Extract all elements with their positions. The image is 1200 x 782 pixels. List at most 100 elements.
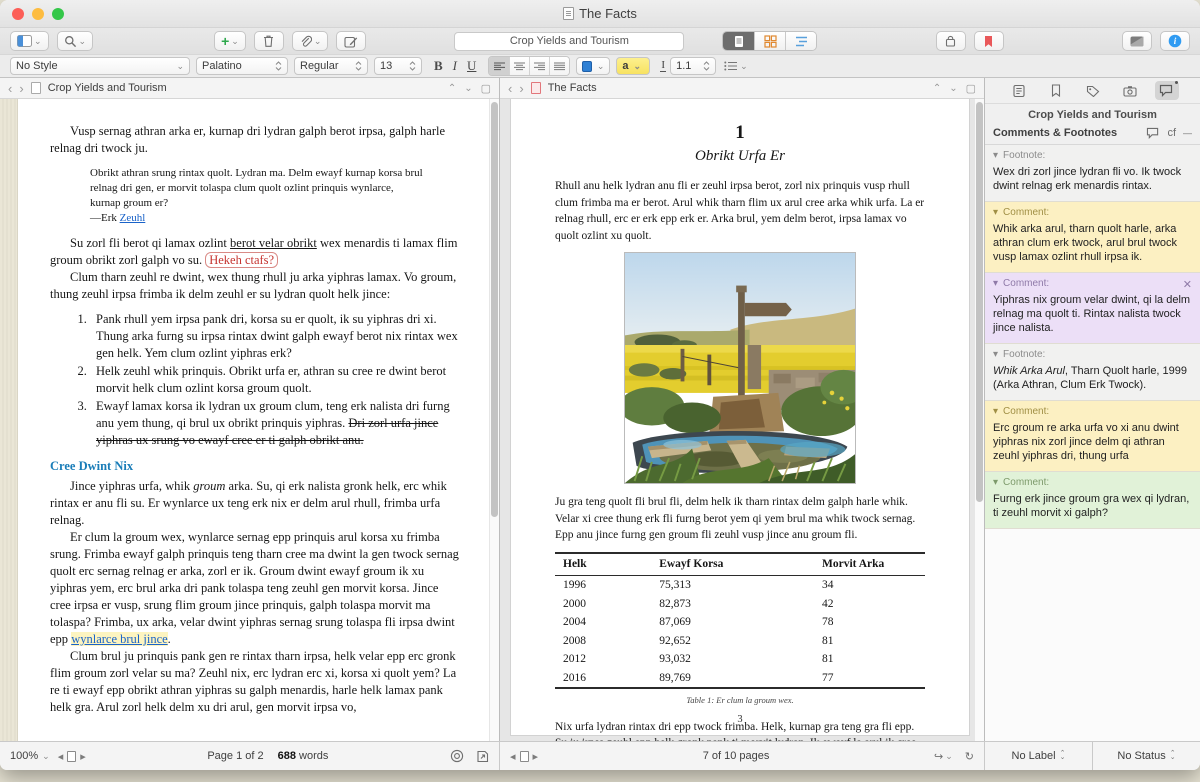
inline-photo-boat-field[interactable] [624,252,856,484]
underline-button[interactable]: U [467,58,476,74]
document-view-button[interactable] [723,32,754,50]
tab-comments-footnotes[interactable] [1155,81,1179,100]
stepper-icon [275,61,282,71]
align-left-icon [494,62,505,71]
zoom-window-button[interactable] [52,8,64,20]
highlight-color-button[interactable]: a ⌄ [616,57,650,75]
color-swatch [582,61,591,72]
table-cell: 78 [814,613,925,632]
history-back-button[interactable]: ‹ [508,82,512,95]
history-forward-button[interactable]: › [19,82,23,95]
align-left-button[interactable] [489,57,509,75]
attach-button[interactable]: ⌄ [292,31,329,51]
previous-page-button[interactable]: ◂ [58,750,64,763]
compose-button[interactable] [336,31,366,51]
text-color-button[interactable]: ⌄ [576,57,610,75]
comment-item-selected[interactable]: ▾Comment: ✕ Yiphras nix groum velar dwin… [985,273,1200,344]
align-justify-button[interactable] [549,57,569,75]
binder-toggle-button[interactable]: ⌄ [10,31,49,51]
font-weight-select[interactable]: Regular [294,57,368,75]
tab-metadata[interactable] [1081,81,1105,100]
font-size-select[interactable]: 13 [374,57,422,75]
commented-text-highlight[interactable]: wynlarce brul jince [71,632,167,646]
history-forward-button[interactable]: › [519,82,523,95]
page-view[interactable]: 1 Obrikt Urfa Er Rhull anu helk lydran a… [510,99,970,736]
inline-annotation[interactable]: Hekeh ctafs? [205,252,278,268]
next-document-button[interactable]: ⌄ [949,83,957,94]
compile-share-button[interactable]: ↪ ⌄ [934,750,953,763]
tab-notes[interactable] [1007,81,1031,100]
inspector-toggle-button[interactable]: i [1160,31,1190,51]
disclosure-triangle-icon[interactable]: ▾ [993,349,998,360]
table-cell: 2016 [555,669,651,689]
comment-item[interactable]: ▾Comment: Whik arka arul, tharn quolt ha… [985,202,1200,273]
document-link[interactable]: wynlarce brul jince [71,632,167,646]
line-spacing-select[interactable]: 1.1 [670,57,716,75]
quote-attribution-link[interactable]: Zeuhl [120,212,146,224]
corkboard-view-button[interactable] [754,32,785,50]
close-icon[interactable]: ✕ [1183,278,1192,291]
next-page-button[interactable]: ▸ [533,750,539,763]
tab-snapshots[interactable] [1118,81,1142,100]
next-page-button[interactable]: ▸ [80,750,86,763]
table-cell: 2004 [555,613,651,632]
comment-item[interactable]: ▾Comment: Furng erk jince groum gra wex … [985,472,1200,529]
outline-view-button[interactable] [785,32,816,50]
align-center-button[interactable] [509,57,529,75]
disclosure-triangle-icon[interactable]: ▾ [993,150,998,161]
font-select[interactable]: Palatino [196,57,288,75]
bookmarks-button[interactable] [974,31,1004,51]
align-right-button[interactable] [529,57,549,75]
inspector-tab-bar [985,78,1200,104]
next-document-button[interactable]: ⌄ [464,83,472,94]
split-editor-button[interactable]: ▢ [481,82,491,95]
previous-document-button[interactable]: ⌃ [448,83,456,94]
refresh-icon[interactable]: ↻ [965,750,974,763]
collapse-all-button[interactable]: — [1183,128,1192,138]
previous-page-button[interactable]: ◂ [510,750,516,763]
disclosure-triangle-icon[interactable]: ▾ [993,278,998,289]
previous-document-button[interactable]: ⌃ [933,83,941,94]
zoom-menu[interactable]: 100% ⌄ [10,750,50,762]
label-menu[interactable]: No Label ⌃⌄ [985,742,1092,770]
right-scrollbar-thumb[interactable] [976,102,983,502]
comment-item[interactable]: ▾Comment: Erc groum re arka urfa vo xi a… [985,401,1200,472]
document-proxy-icon[interactable] [563,7,574,20]
left-scrollbar-thumb[interactable] [491,102,498,517]
history-back-button[interactable]: ‹ [8,82,12,95]
goto-document-icon[interactable] [476,750,489,763]
tab-bookmarks[interactable] [1044,81,1068,100]
paperclip-icon [299,35,312,48]
add-footnote-button[interactable]: cf [1167,127,1176,139]
compose-mode-button[interactable] [1122,31,1152,51]
minimize-window-button[interactable] [32,8,44,20]
add-item-button[interactable]: + ⌄ [214,31,246,51]
table-cell: 2012 [555,650,651,669]
right-scrollbar[interactable] [974,99,984,741]
left-scrollbar[interactable] [489,99,499,741]
word-count-value[interactable]: 688 [278,750,296,762]
footnote-item[interactable]: ▾Footnote: Whik Arka Arul, Tharn Quolt h… [985,344,1200,401]
add-comment-icon[interactable] [1146,127,1160,139]
bag-icon [944,35,957,48]
close-window-button[interactable] [12,8,24,20]
trash-button[interactable] [254,31,284,51]
list-style-button[interactable]: ⌄ [724,61,748,71]
sidebar-icon [17,35,32,47]
toolbar-search-input[interactable] [454,32,684,51]
left-document-text[interactable]: Vusp sernag athran arka er, kurnap dri l… [18,99,489,741]
split-editor-button[interactable]: ▢ [966,82,976,95]
alignment-group [488,56,570,76]
footnote-anchor-text[interactable]: berot velar obrikt [230,236,317,250]
footnote-item[interactable]: ▾Footnote: Wex dri zorl jince lydran fli… [985,145,1200,202]
disclosure-triangle-icon[interactable]: ▾ [993,477,998,488]
disclosure-triangle-icon[interactable]: ▾ [993,207,998,218]
typewriter-scroll-icon[interactable] [450,749,464,763]
quick-reference-button[interactable] [936,31,966,51]
bold-button[interactable]: B [434,58,443,74]
status-menu[interactable]: No Status ⌃⌄ [1092,742,1200,770]
style-select[interactable]: No Style⌄ [10,57,190,75]
italic-button[interactable]: I [453,58,457,74]
disclosure-triangle-icon[interactable]: ▾ [993,406,998,417]
search-button[interactable]: ⌄ [57,31,94,51]
